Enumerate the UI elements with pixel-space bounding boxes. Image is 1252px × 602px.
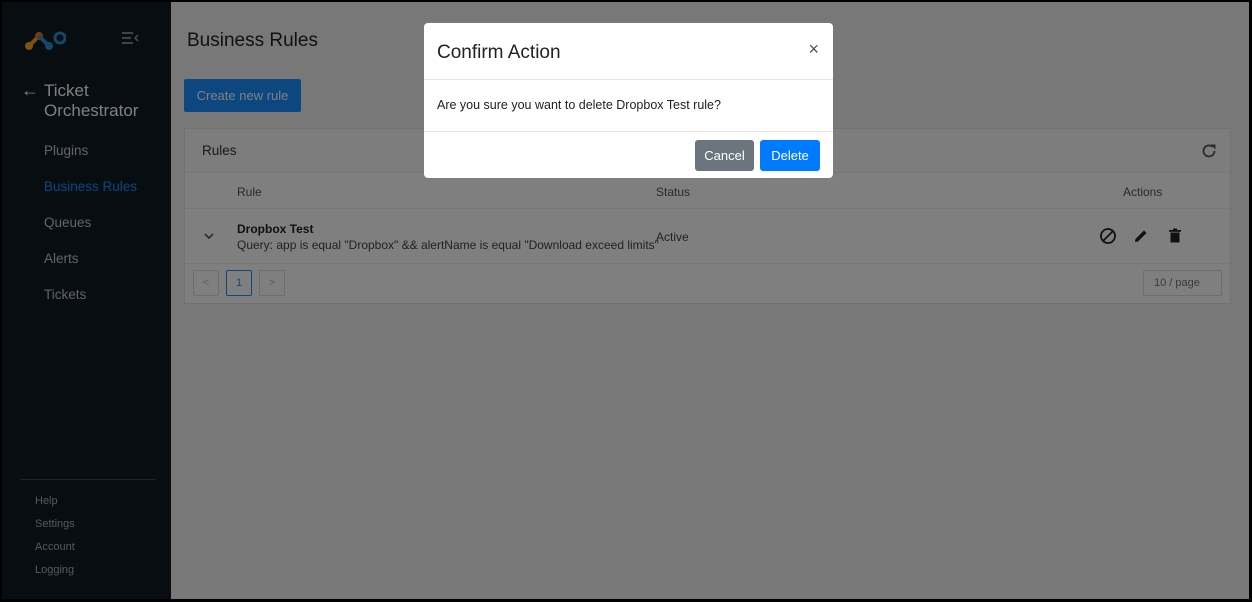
close-icon[interactable]: × xyxy=(808,39,819,60)
confirm-dialog: Confirm Action × Are you sure you want t… xyxy=(424,23,833,178)
dialog-body: Are you sure you want to delete Dropbox … xyxy=(424,80,833,132)
dialog-title: Confirm Action xyxy=(437,42,561,63)
app-window: ← Ticket Orchestrator Plugins Business R… xyxy=(2,2,1249,599)
dialog-footer: Cancel Delete xyxy=(424,132,833,178)
delete-button[interactable]: Delete xyxy=(760,140,820,171)
cancel-button[interactable]: Cancel xyxy=(695,140,754,171)
dialog-message: Are you sure you want to delete Dropbox … xyxy=(437,98,721,112)
dialog-header: Confirm Action × xyxy=(424,23,833,80)
